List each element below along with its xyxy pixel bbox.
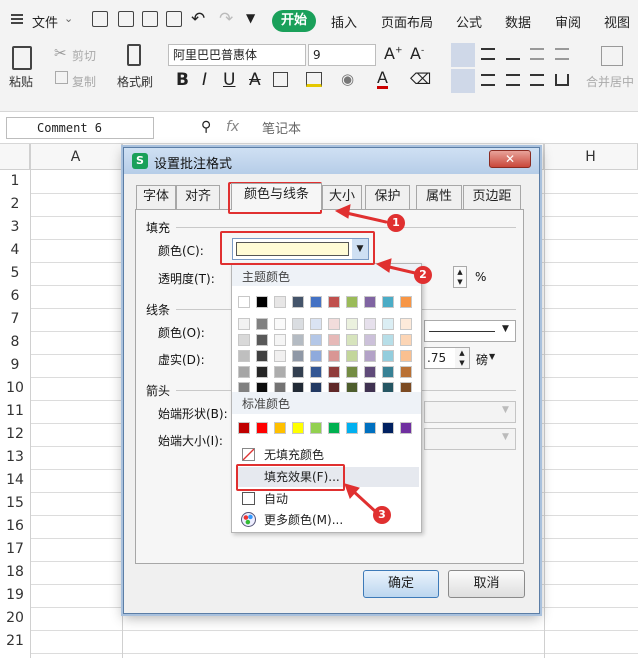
callout-badge-3: 3	[373, 506, 391, 524]
callout-badge-2: 2	[414, 266, 432, 284]
tab-colors-lines[interactable]: 颜色与线条	[231, 183, 322, 210]
spreadsheet-app: 文件 ⌄ ↶ ↷ ▼ 开始 插入 页面布局 公式 数据 审阅 视图 粘贴 ✂ 剪…	[0, 0, 638, 658]
callout-badge-1: 1	[387, 214, 405, 232]
callout-arrows	[334, 204, 417, 514]
arrow-3	[350, 488, 378, 514]
arrow-2-head	[375, 258, 392, 273]
arrow-1-head	[334, 204, 351, 219]
